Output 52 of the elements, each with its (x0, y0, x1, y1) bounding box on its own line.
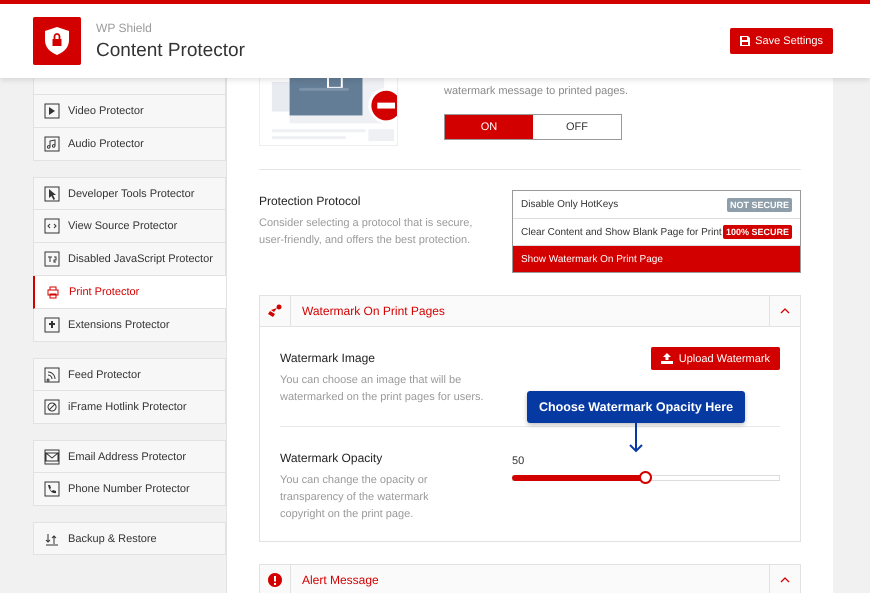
protocol-option[interactable]: Show Watermark On Print Page (513, 245, 800, 272)
field-label: Watermark Image (280, 351, 376, 365)
menu-item-icon (44, 218, 60, 234)
section-label: Protection Protocol (259, 194, 362, 208)
toggle-option[interactable]: ON (445, 115, 533, 139)
menu-item-icon (44, 251, 60, 267)
upload-icon (660, 353, 673, 364)
security-badge: NOT SECURE (726, 198, 792, 212)
save-icon (740, 36, 750, 46)
brand-name: WP Shield (96, 20, 153, 34)
menu-item-icon (44, 317, 60, 333)
sidebar-item[interactable]: Feed Protector (33, 358, 226, 391)
upload-button[interactable]: Upload Watermark (650, 347, 780, 370)
page-title: Content Protector (96, 40, 246, 62)
sidebar-item[interactable]: Video Protector (33, 95, 226, 128)
menu-item-icon (44, 186, 60, 202)
sidebar-item[interactable]: Extensions Protector (33, 309, 226, 342)
slider-value: 50 (512, 455, 526, 467)
sidebar-item[interactable]: View Source Protector (33, 210, 226, 243)
field-description: You can change the opacity or transparency of the watermark copyright on the print page. (280, 473, 430, 522)
sidebar-item[interactable]: Print Protector (33, 276, 226, 309)
chevron-icon (780, 577, 790, 583)
menu-item-icon (44, 366, 60, 382)
sidebar-item[interactable]: Audio Protector (33, 128, 226, 161)
menu-item-icon (44, 448, 60, 464)
card-title: Alert Message (301, 572, 380, 589)
menu-item-icon (44, 481, 60, 497)
intro-text: watermark message to printed pages. (444, 85, 628, 97)
menu-item-icon (44, 136, 60, 152)
sidebar-item[interactable]: iFrame Hotlink Protector (33, 391, 226, 424)
sidebar-item[interactable]: Disabled JavaScript Protector (33, 243, 226, 276)
sidebar-item[interactable] (33, 78, 226, 95)
menu-item-icon (44, 103, 60, 119)
menu-item-icon (44, 399, 60, 415)
field-label: Watermark Opacity (280, 451, 384, 465)
security-badge: 100% SECURE (722, 225, 792, 239)
sidebar-item[interactable]: Email Address Protector (33, 440, 226, 473)
menu-item-icon (45, 284, 61, 300)
down-arrow-icon (629, 423, 644, 453)
card-title: Watermark On Print Pages (301, 303, 446, 320)
sidebar-item[interactable]: Phone Number Protector (33, 473, 226, 506)
tooltip-callout: Choose Watermark Opacity Here (527, 391, 746, 423)
shield-lock-icon (33, 17, 81, 65)
field-description: You can choose an image that will be watermarked on the print pages for users. (280, 373, 485, 405)
stamp-icon (268, 304, 282, 318)
alert-icon (268, 573, 282, 587)
chevron-icon (780, 308, 790, 314)
section-description: Consider selecting a protocol that is secure, user-friendly, and offers the best protection. (259, 216, 474, 248)
sidebar-item[interactable]: Developer Tools Protector (33, 177, 226, 210)
save-button[interactable]: Save Settings (730, 28, 833, 54)
sidebar-item[interactable]: Backup & Restore (33, 522, 226, 555)
slider-thumb[interactable] (639, 471, 652, 484)
